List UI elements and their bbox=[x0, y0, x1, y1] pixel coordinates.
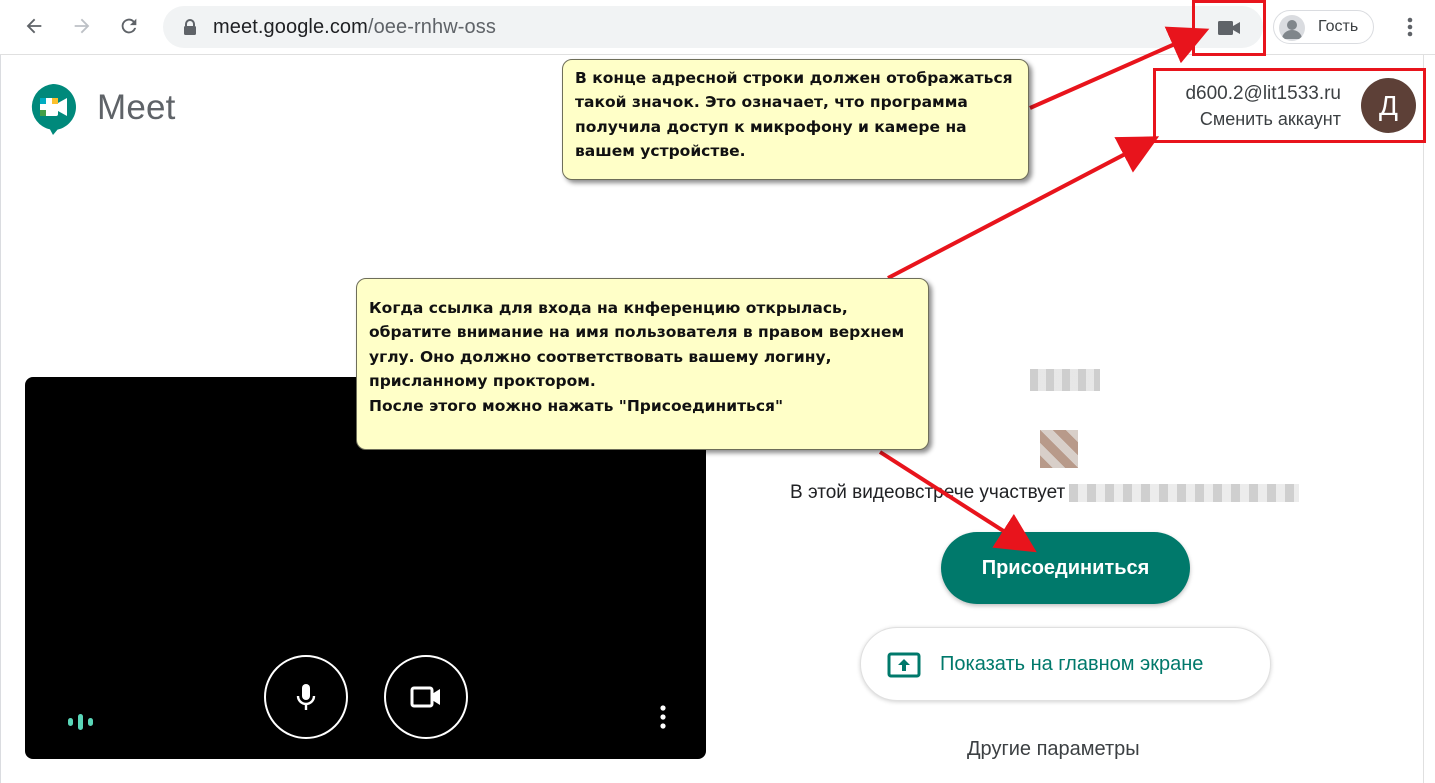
camera-note-line: такой значок. Это означает, что программ… bbox=[575, 93, 968, 112]
camera-note-line: получила доступ к микрофону и камере на bbox=[575, 117, 967, 136]
account-email: d600.2@lit1533.ru bbox=[1185, 83, 1341, 104]
address-bar[interactable]: meet.google.com/oee-rnhw-oss bbox=[163, 6, 1263, 48]
browser-toolbar: meet.google.com/oee-rnhw-oss Гость bbox=[0, 0, 1435, 56]
camera-note-line: В конце адресной строки должен отображат… bbox=[575, 69, 1013, 87]
participants-text: В этой видеовстрече участвует bbox=[790, 482, 1300, 504]
profile-button[interactable]: Гость bbox=[1273, 10, 1374, 44]
login-note-line: присланному проктором. bbox=[369, 372, 596, 391]
login-note-line: углу. Оно должно соответствовать вашему … bbox=[369, 347, 832, 366]
camera-in-use-icon bbox=[1218, 21, 1240, 35]
profile-icon bbox=[1279, 15, 1305, 41]
page-scrollbar-edge bbox=[1423, 55, 1424, 783]
profile-label: Гость bbox=[1318, 18, 1359, 35]
login-note-line: обратите внимание на имя пользователя в … bbox=[369, 323, 905, 342]
present-button[interactable]: Показать на главном экране bbox=[860, 627, 1271, 701]
browser-menu-button[interactable] bbox=[1398, 12, 1422, 42]
forward-button[interactable] bbox=[66, 10, 98, 42]
reload-button[interactable] bbox=[113, 10, 145, 42]
back-button[interactable] bbox=[18, 10, 50, 42]
account-avatar[interactable]: Д bbox=[1361, 78, 1416, 133]
more-vert-icon[interactable] bbox=[657, 704, 669, 730]
join-button[interactable]: Присоединиться bbox=[941, 532, 1190, 604]
microphone-icon bbox=[296, 684, 316, 710]
camera-in-use-indicator[interactable] bbox=[1192, 0, 1266, 56]
participant-names-blurred bbox=[1069, 483, 1300, 502]
audio-level-icon bbox=[68, 714, 93, 730]
forward-arrow-icon bbox=[74, 18, 90, 34]
present-button-label: Показать на главном экране bbox=[940, 653, 1204, 675]
login-note-line: После этого можно нажать "Присоединиться… bbox=[369, 396, 784, 415]
microphone-toggle-button[interactable] bbox=[264, 655, 348, 739]
page-left-edge bbox=[0, 55, 1, 783]
other-options-link[interactable]: Другие параметры bbox=[967, 738, 1140, 761]
login-note-callout: Когда ссылка для входа на кнференцию отк… bbox=[356, 278, 929, 450]
google-meet-logo bbox=[31, 84, 77, 135]
reload-icon bbox=[121, 18, 137, 34]
account-info: d600.2@lit1533.ru Сменить аккаунт Д bbox=[1153, 68, 1426, 143]
camera-note-callout: В конце адресной строки должен отображат… bbox=[562, 59, 1029, 180]
login-note-line: Когда ссылка для входа на кнференцию отк… bbox=[369, 299, 848, 317]
back-arrow-icon bbox=[26, 18, 42, 34]
meeting-name-blurred bbox=[1030, 369, 1100, 391]
participant-avatar-blurred bbox=[1040, 430, 1078, 468]
switch-account-link[interactable]: Сменить аккаунт bbox=[1200, 109, 1341, 130]
meet-title: Meet bbox=[97, 88, 176, 127]
more-vert-icon bbox=[1407, 17, 1413, 37]
lock-icon bbox=[184, 19, 196, 35]
camera-note-line: вашем устройстве. bbox=[575, 142, 746, 161]
videocam-icon bbox=[410, 686, 440, 708]
camera-toggle-button[interactable] bbox=[384, 655, 468, 739]
url-text: meet.google.com/oee-rnhw-oss bbox=[213, 16, 496, 38]
present-to-all-icon bbox=[887, 652, 921, 678]
